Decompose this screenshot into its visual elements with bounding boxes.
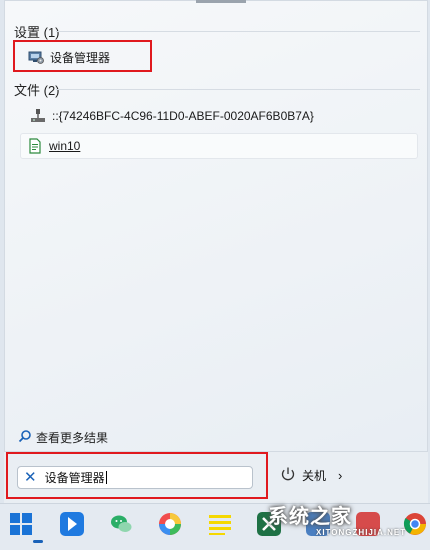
file-result-guid[interactable]: ::{74246BFC-4C96-11D0-ABEF-0020AF6B0B7A} (30, 106, 314, 126)
search-results-panel (4, 0, 428, 503)
settings-divider (56, 31, 420, 32)
files-section-header: 文件 (2) (14, 83, 60, 98)
power-icon (280, 466, 296, 485)
files-divider (56, 89, 420, 90)
highlight-result-box (13, 40, 152, 72)
colorful-app-icon[interactable] (158, 512, 182, 536)
power-button[interactable]: 关机 › (280, 466, 342, 485)
highlight-search-box (6, 452, 268, 499)
notes-icon[interactable] (208, 512, 232, 536)
active-indicator (33, 540, 43, 543)
watermark-text: 系统之家 (268, 506, 352, 528)
top-edge-indicator (196, 0, 246, 3)
wechat-icon[interactable] (109, 512, 133, 536)
network-drive-icon (30, 108, 46, 124)
see-more-label: 查看更多结果 (36, 431, 109, 445)
see-more-results-link[interactable]: 查看更多结果 (18, 429, 108, 446)
settings-section-header: 设置 (1) (14, 25, 60, 40)
browser-icon[interactable] (403, 512, 427, 536)
file-result-win10-label: win10 (49, 139, 81, 153)
windows-start-icon[interactable] (9, 512, 33, 536)
app-arrow-icon[interactable] (60, 512, 84, 536)
power-label: 关机 (302, 469, 327, 483)
file-result-win10[interactable]: win10 (20, 133, 418, 159)
text-file-icon (27, 138, 43, 154)
watermark-subtext: XITONGZHIJIA.NET (316, 528, 407, 537)
search-icon (18, 429, 32, 446)
chevron-right-icon[interactable]: › (338, 468, 342, 483)
file-result-guid-label: ::{74246BFC-4C96-11D0-ABEF-0020AF6B0B7A} (52, 109, 314, 123)
